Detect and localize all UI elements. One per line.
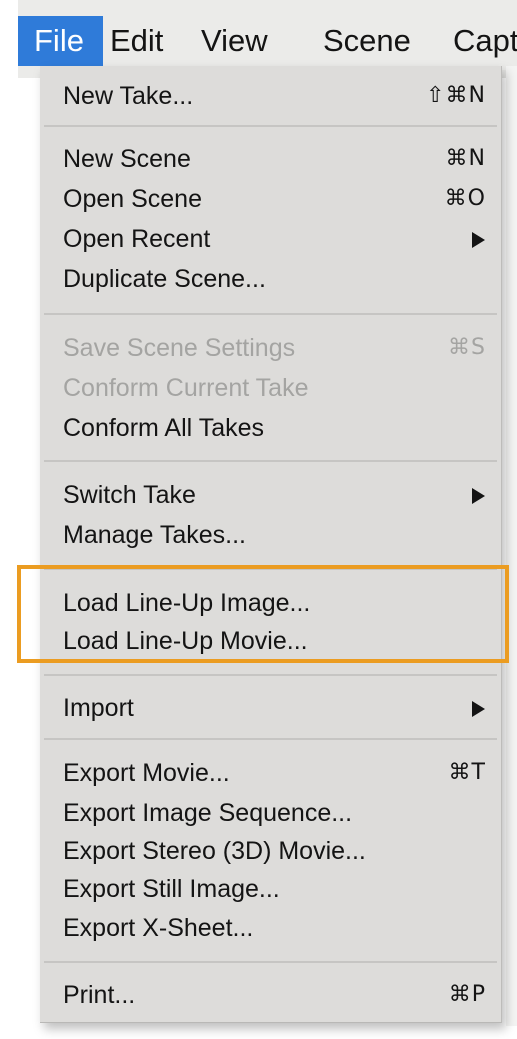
shortcut-cmd-t: ⌘T [448, 760, 486, 785]
menubar-file[interactable]: File [18, 16, 103, 66]
menu-item-export-movie[interactable]: Export Movie... ⌘T [40, 753, 501, 793]
menu-separator [44, 961, 497, 963]
menu-item-conform-current-take: Conform Current Take [40, 368, 501, 408]
menu-item-label: New Scene [63, 145, 191, 173]
menu-item-label: Open Scene [63, 185, 202, 213]
menubar-capture[interactable]: Capt [453, 16, 517, 66]
menu-item-new-take[interactable]: New Take... ⇧⌘N [40, 76, 501, 116]
menu-separator [44, 125, 497, 127]
submenu-arrow-icon [472, 488, 485, 504]
highlight-box-lineup-items [17, 565, 509, 663]
shortcut-cmd-o: ⌘O [444, 186, 486, 211]
menubar-view[interactable]: View [201, 16, 268, 66]
menu-item-label: Save Scene Settings [63, 334, 296, 362]
menu-item-print[interactable]: Print... ⌘P [40, 975, 501, 1015]
menu-item-label: Switch Take [63, 481, 196, 509]
menu-separator [44, 674, 497, 676]
menu-item-label: Duplicate Scene... [63, 265, 266, 293]
menu-item-open-scene[interactable]: Open Scene ⌘O [40, 179, 501, 219]
shortcut-shift-cmd-n: ⇧⌘N [426, 83, 486, 108]
menu-item-open-recent[interactable]: Open Recent [40, 219, 501, 259]
shortcut-cmd-s: ⌘S [448, 335, 486, 360]
menu-item-label: Conform Current Take [63, 374, 309, 402]
menu-item-switch-take[interactable]: Switch Take [40, 475, 501, 515]
menu-item-export-still-image[interactable]: Export Still Image... [40, 869, 501, 909]
background-edge [506, 66, 517, 1026]
menu-item-label: Export Image Sequence... [63, 799, 353, 827]
menu-item-label: Export Still Image... [63, 875, 280, 903]
menu-separator [44, 738, 497, 740]
menu-item-conform-all-takes[interactable]: Conform All Takes [40, 408, 501, 448]
menu-item-export-xsheet[interactable]: Export X-Sheet... [40, 908, 501, 948]
menu-item-new-scene[interactable]: New Scene ⌘N [40, 139, 501, 179]
menu-item-label: New Take... [63, 82, 194, 110]
menu-item-label: Manage Takes... [63, 521, 246, 549]
menu-item-label: Open Recent [63, 225, 211, 253]
file-menu-dropdown: New Take... ⇧⌘N New Scene ⌘N Open Scene … [40, 66, 502, 1023]
menu-separator [44, 460, 497, 462]
menubar-edit[interactable]: Edit [110, 16, 163, 66]
menu-item-export-image-sequence[interactable]: Export Image Sequence... [40, 793, 501, 833]
menu-item-label: Export X-Sheet... [63, 914, 254, 942]
menu-item-manage-takes[interactable]: Manage Takes... [40, 515, 501, 555]
submenu-arrow-icon [472, 232, 485, 248]
menu-item-import[interactable]: Import [40, 688, 501, 728]
menu-item-export-stereo-movie[interactable]: Export Stereo (3D) Movie... [40, 831, 501, 871]
menu-item-label: Import [63, 694, 134, 722]
shortcut-cmd-p: ⌘P [448, 982, 486, 1007]
menu-item-label: Export Movie... [63, 759, 230, 787]
submenu-arrow-icon [472, 701, 485, 717]
menu-item-duplicate-scene[interactable]: Duplicate Scene... [40, 259, 501, 299]
menu-separator [44, 313, 497, 315]
shortcut-cmd-n: ⌘N [445, 146, 486, 171]
menu-item-label: Print... [63, 981, 136, 1009]
menu-item-save-scene-settings: Save Scene Settings ⌘S [40, 328, 501, 368]
menu-item-label: Conform All Takes [63, 414, 265, 442]
menubar-scene[interactable]: Scene [323, 16, 411, 66]
menu-item-label: Export Stereo (3D) Movie... [63, 837, 366, 865]
